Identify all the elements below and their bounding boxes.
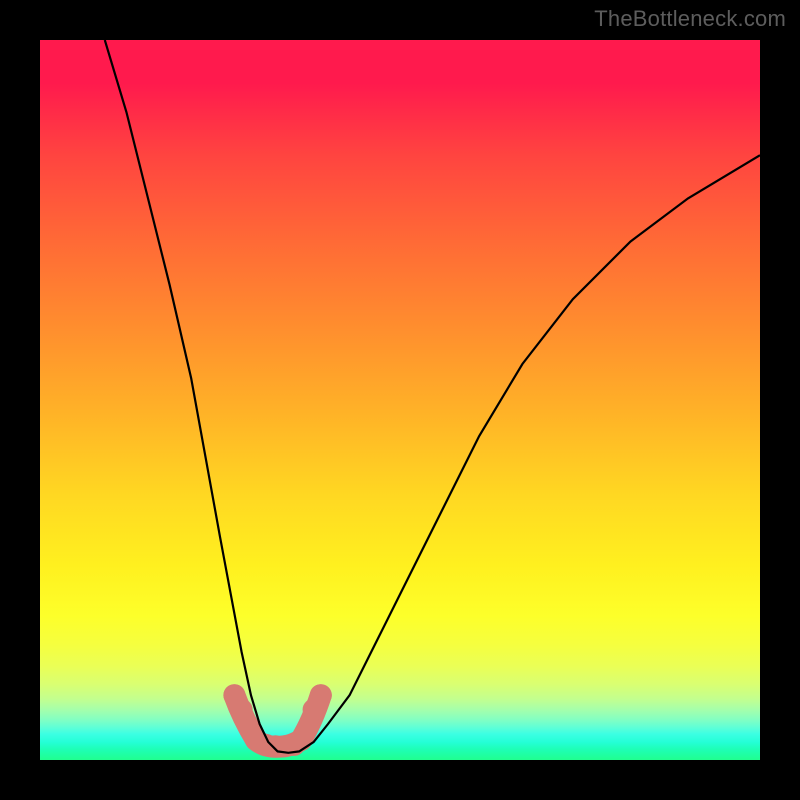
black-curve <box>105 40 760 753</box>
watermark-text: TheBottleneck.com <box>594 6 786 32</box>
chart-frame: TheBottleneck.com <box>0 0 800 800</box>
curve-layer <box>40 40 760 760</box>
plot-area <box>40 40 760 760</box>
